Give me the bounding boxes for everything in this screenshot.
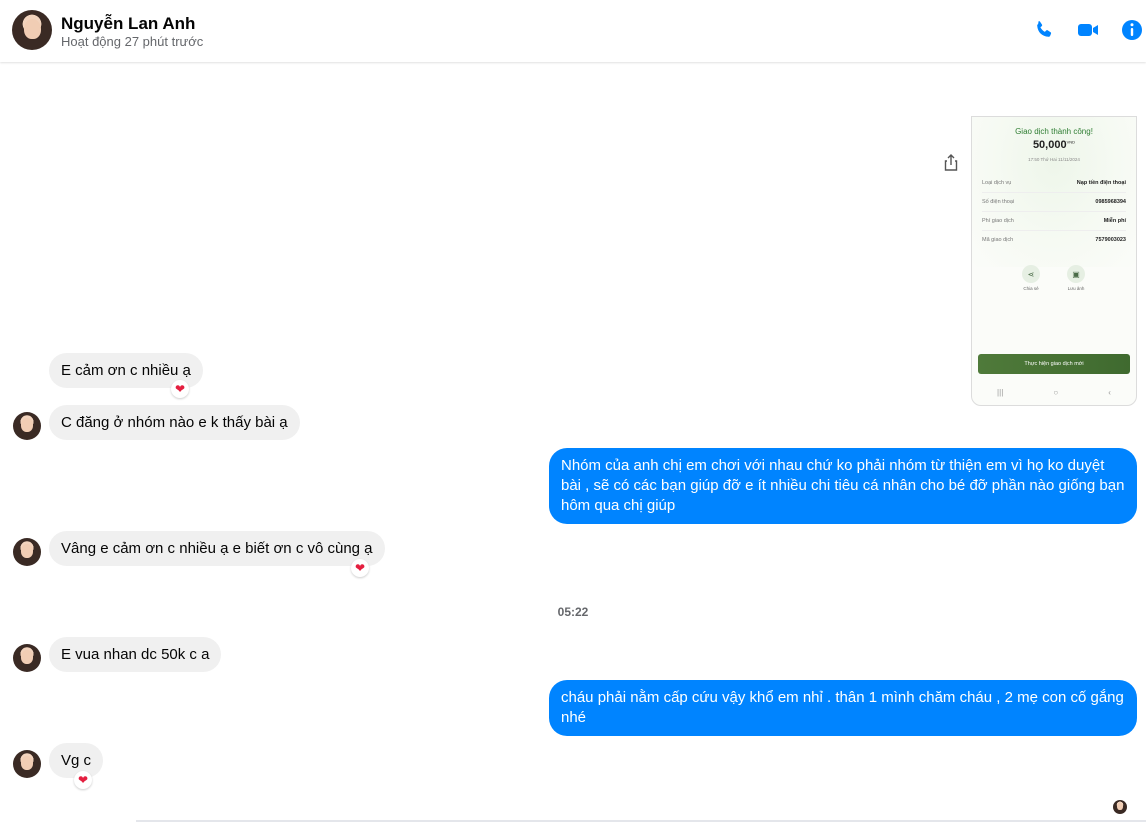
contact-avatar-small[interactable]: [13, 412, 41, 440]
receipt-row: Mã giao dịch 7579003023: [982, 237, 1126, 243]
contact-status: Hoạt động 27 phút trước: [61, 34, 204, 49]
message-thread[interactable]: Giao dịch thành công! 50,000VND 17:50 Th…: [0, 62, 1146, 824]
info-icon[interactable]: [1120, 18, 1144, 42]
receipt-save-action: ▣ Lưu ảnh: [1064, 265, 1088, 291]
receipt-nav-bar: ||| ○ ‹: [997, 387, 1111, 397]
seen-avatar: [1113, 800, 1127, 814]
message-bubble-incoming[interactable]: E vua nhan dc 50k c a: [49, 637, 222, 672]
receipt-time: 17:50 Thứ Hai 11/11/2024: [1028, 157, 1080, 162]
heart-reaction[interactable]: ❤: [74, 771, 92, 789]
receipt-share-action: ⋖ Chia sẻ: [1019, 265, 1043, 291]
heart-reaction[interactable]: ❤: [351, 559, 369, 577]
receipt-row: Phí giao dịch Miễn phí: [982, 212, 1126, 231]
contact-avatar[interactable]: [12, 10, 52, 50]
receipt-amount: 50,000VND: [1032, 139, 1076, 151]
message-bubble-incoming[interactable]: Vâng e cảm ơn c nhiều ạ e biết ơn c vô c…: [49, 531, 385, 566]
receipt-row: Loại dịch vụ Nạp tiền điện thoại: [982, 174, 1126, 193]
phone-icon[interactable]: [1032, 18, 1056, 42]
conversation-header: Nguyễn Lan Anh Hoạt động 27 phút trước: [0, 0, 1146, 62]
contact-avatar-small[interactable]: [13, 750, 41, 778]
message-bubble-outgoing[interactable]: cháu phải nằm cấp cứu vậy khổ em nhỉ . t…: [549, 680, 1137, 736]
time-separator: 05:22: [557, 605, 589, 619]
contact-avatar-small[interactable]: [13, 644, 41, 672]
contact-name[interactable]: Nguyễn Lan Anh: [61, 14, 195, 34]
composer-divider: [136, 820, 1146, 826]
video-icon[interactable]: [1076, 18, 1100, 42]
receipt-title: Giao dịch thành công!: [1015, 127, 1093, 136]
receipt-row: Số điện thoại 0985968394: [982, 193, 1126, 212]
message-bubble-incoming[interactable]: C đăng ở nhóm nào e k thấy bài ạ: [49, 405, 300, 440]
contact-avatar-small[interactable]: [13, 538, 41, 566]
message-bubble-outgoing[interactable]: Nhóm của anh chị em chơi với nhau chứ ko…: [549, 448, 1137, 524]
transfer-receipt-image[interactable]: Giao dịch thành công! 50,000VND 17:50 Th…: [971, 116, 1137, 406]
receipt-new-transaction-button: Thực hiện giao dịch mới: [978, 354, 1130, 374]
heart-reaction[interactable]: ❤: [171, 380, 189, 398]
share-icon[interactable]: [943, 154, 959, 172]
